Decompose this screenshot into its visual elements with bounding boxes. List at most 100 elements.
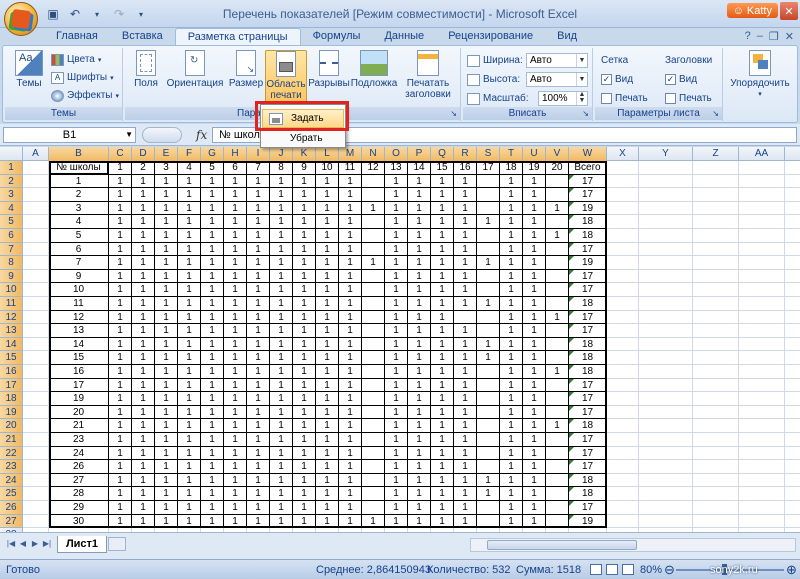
margins-button[interactable]: Поля (131, 50, 161, 106)
cell-q2[interactable]: 1 (431, 174, 454, 189)
cell-i3[interactable]: 1 (247, 188, 270, 202)
cell-t5[interactable]: 1 (500, 215, 523, 229)
row-header-2[interactable]: 2 (0, 174, 23, 189)
cell-q16[interactable]: 1 (431, 365, 454, 379)
cell-ab27[interactable] (785, 515, 800, 529)
cell-t16[interactable]: 1 (500, 365, 523, 379)
cell-w9[interactable]: 17 (569, 269, 607, 284)
cell-h17[interactable]: 1 (224, 378, 247, 393)
cell-o13[interactable]: 1 (385, 324, 408, 338)
cell-k18[interactable]: 1 (293, 392, 316, 406)
cell-b20[interactable]: 21 (49, 419, 109, 433)
cell-s2[interactable] (477, 174, 500, 189)
cell-j13[interactable]: 1 (270, 324, 293, 338)
cell-aa24[interactable] (739, 473, 785, 488)
cell-a4[interactable] (23, 201, 49, 216)
horizontal-scrollbar[interactable] (470, 538, 796, 552)
cell-z27[interactable] (693, 514, 739, 529)
cell-d15[interactable]: 1 (132, 351, 155, 365)
cell-t25[interactable]: 1 (500, 487, 523, 501)
cell-t26[interactable]: 1 (500, 501, 523, 515)
cell-e2[interactable]: 1 (155, 174, 178, 189)
cell-s16[interactable] (477, 365, 500, 379)
cell-q7[interactable]: 1 (431, 242, 454, 257)
cell-y12[interactable] (639, 310, 693, 325)
cell-b16[interactable]: 16 (49, 365, 109, 379)
cell-m26[interactable]: 1 (339, 501, 362, 515)
cell-l25[interactable]: 1 (316, 487, 339, 501)
row-header-3[interactable]: 3 (0, 188, 23, 202)
cell-v15[interactable] (546, 351, 569, 365)
cell-c14[interactable]: 1 (109, 337, 132, 352)
close-window-icon[interactable]: ✕ (780, 2, 798, 20)
cell-f5[interactable]: 1 (178, 215, 201, 229)
cell-z23[interactable] (693, 460, 739, 474)
cell-x26[interactable] (607, 501, 639, 515)
cell-o18[interactable]: 1 (385, 392, 408, 406)
cell-c15[interactable]: 1 (109, 351, 132, 365)
cell-y17[interactable] (639, 378, 693, 393)
cell-w25[interactable]: 18 (569, 487, 607, 501)
cell-j24[interactable]: 1 (270, 473, 293, 488)
cell-aa26[interactable] (739, 501, 785, 515)
cell-x2[interactable] (607, 174, 639, 189)
cell-z4[interactable] (693, 201, 739, 216)
cell-m3[interactable]: 1 (339, 188, 362, 202)
cell-x15[interactable] (607, 351, 639, 365)
cell-v5[interactable] (546, 215, 569, 229)
name-box[interactable]: B1 ▼ (3, 127, 136, 143)
cell-d22[interactable]: 1 (132, 446, 155, 461)
cell-o10[interactable]: 1 (385, 283, 408, 297)
cell-i12[interactable]: 1 (247, 310, 270, 325)
gridlines-print-checkbox[interactable]: Печать (601, 90, 648, 107)
cell-z19[interactable] (693, 405, 739, 420)
cell-y24[interactable] (639, 473, 693, 488)
cell-v4[interactable]: 1 (546, 201, 569, 216)
cell-t9[interactable]: 1 (500, 269, 523, 284)
cell-a5[interactable] (23, 215, 49, 229)
cell-a22[interactable] (23, 446, 49, 461)
cell-n23[interactable] (362, 460, 385, 474)
cell-g23[interactable]: 1 (201, 460, 224, 474)
cell-w8[interactable]: 19 (569, 256, 607, 270)
cell-f6[interactable]: 1 (178, 229, 201, 243)
cell-u24[interactable]: 1 (523, 473, 546, 488)
cell-d20[interactable]: 1 (132, 419, 155, 433)
cell-q15[interactable]: 1 (431, 351, 454, 365)
cell-n26[interactable] (362, 501, 385, 515)
cell-e8[interactable]: 1 (155, 256, 178, 270)
select-all-corner[interactable] (0, 147, 23, 161)
cell-c4[interactable]: 1 (109, 201, 132, 216)
cell-w24[interactable]: 18 (569, 473, 607, 488)
cell-h15[interactable]: 1 (224, 351, 247, 365)
cell-e7[interactable]: 1 (155, 242, 178, 257)
cell-m27[interactable]: 1 (339, 514, 362, 529)
cell-q26[interactable]: 1 (431, 501, 454, 515)
cell-e23[interactable]: 1 (155, 460, 178, 474)
column-header-r[interactable]: R (454, 147, 477, 161)
cell-y19[interactable] (639, 405, 693, 420)
cell-g9[interactable]: 1 (201, 269, 224, 284)
cell-p22[interactable]: 1 (408, 446, 431, 461)
cell-k20[interactable]: 1 (293, 419, 316, 433)
cell-p6[interactable]: 1 (408, 229, 431, 243)
tab-home[interactable]: Главная (44, 28, 110, 46)
cell-b7[interactable]: 6 (49, 242, 109, 257)
cell-v1[interactable]: 20 (546, 161, 569, 175)
cell-y13[interactable] (639, 324, 693, 338)
cell-l13[interactable]: 1 (316, 324, 339, 338)
cell-z15[interactable] (693, 351, 739, 365)
row-header-7[interactable]: 7 (0, 242, 23, 257)
column-header-p[interactable]: P (408, 147, 431, 161)
cell-r4[interactable]: 1 (454, 201, 477, 216)
cell-s27[interactable] (477, 514, 500, 529)
cell-t13[interactable]: 1 (500, 324, 523, 338)
cell-o16[interactable]: 1 (385, 365, 408, 379)
cell-c17[interactable]: 1 (109, 378, 132, 393)
cell-aa17[interactable] (739, 378, 785, 393)
cell-a15[interactable] (23, 351, 49, 365)
cell-d5[interactable]: 1 (132, 215, 155, 229)
cell-u23[interactable]: 1 (523, 460, 546, 474)
cell-r5[interactable]: 1 (454, 215, 477, 229)
column-header-q[interactable]: Q (431, 147, 454, 161)
